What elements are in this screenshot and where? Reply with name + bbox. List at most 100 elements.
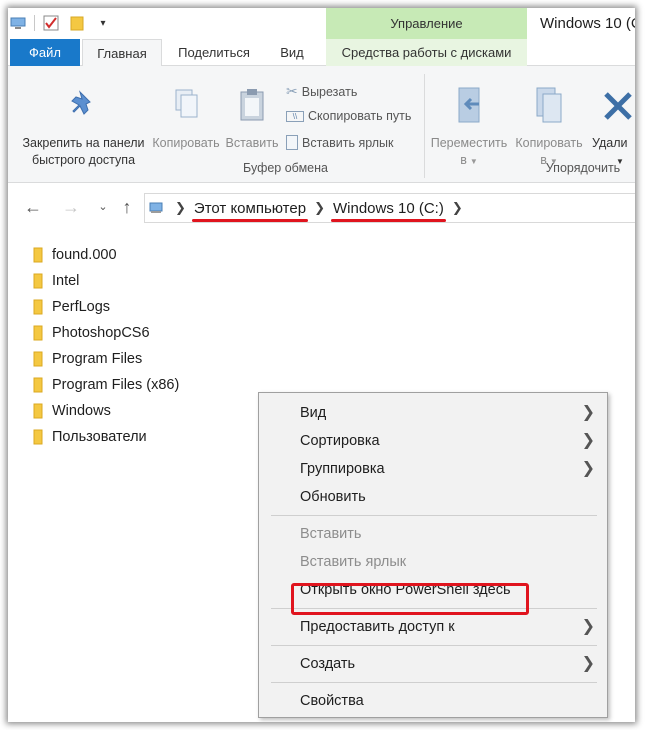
customize-qat-icon[interactable]: ▾	[93, 14, 113, 32]
copy-to-button[interactable]: Копировать в ▼	[510, 86, 588, 170]
list-item[interactable]: PerfLogs	[32, 294, 179, 320]
explorer-window: ▾ Управление Windows 10 (C Файл Главная …	[8, 8, 635, 722]
move-to-label-line2: в	[460, 153, 467, 167]
clipboard-group-label: Буфер обмена	[243, 161, 328, 175]
computer-icon[interactable]	[8, 14, 28, 32]
menu-item-group[interactable]: Группировка ❯	[259, 455, 607, 483]
pin-quick-access-button[interactable]: Закрепить на панели быстрого доступа	[16, 86, 151, 169]
list-item[interactable]: Program Files	[32, 346, 179, 372]
menu-item-label: Предоставить доступ к	[300, 619, 455, 635]
pin-label-line2: быстрого доступа	[31, 153, 136, 167]
folder-icon	[33, 273, 43, 289]
paste-shortcut-button[interactable]: Вставить ярлык	[286, 135, 394, 150]
pin-label-line1: Закрепить на панели	[22, 136, 145, 150]
copy-to-label-line1: Копировать	[515, 136, 583, 150]
annotation-highlight-box	[291, 583, 529, 615]
folder-icon	[33, 351, 43, 367]
list-item[interactable]: Program Files (x86)	[32, 372, 179, 398]
up-arrow-icon[interactable]: ↑	[116, 196, 138, 218]
delete-button[interactable]: Удали ▼	[592, 86, 635, 170]
tab-file[interactable]: Файл	[10, 39, 80, 66]
menu-item-label: Сортировка	[300, 433, 380, 449]
new-folder-icon[interactable]	[67, 14, 87, 32]
paste-label: Вставить	[225, 136, 279, 150]
folder-icon	[33, 429, 43, 445]
menu-item-properties[interactable]: Свойства	[259, 687, 607, 715]
list-item[interactable]: found.000	[32, 242, 179, 268]
menu-item-label: Вставить ярлык	[300, 554, 407, 570]
chevron-right-icon: ❯	[581, 655, 595, 672]
recent-locations-icon[interactable]: ⌄	[92, 196, 114, 218]
copy-icon	[175, 89, 198, 118]
folder-icon	[33, 247, 43, 263]
menu-item-refresh[interactable]: Обновить	[259, 483, 607, 511]
breadcrumb-chevron-icon[interactable]: ❯	[175, 200, 186, 216]
file-name: Пользователи	[52, 429, 147, 445]
menu-item-view[interactable]: Вид ❯	[259, 399, 607, 427]
cut-button[interactable]: ✂ Вырезать	[286, 83, 357, 100]
list-item[interactable]: Windows	[32, 398, 179, 424]
breadcrumb-this-pc-label: Этот компьютер	[193, 199, 307, 217]
chevron-right-icon: ❯	[581, 404, 595, 421]
back-arrow-icon[interactable]: ←	[22, 196, 44, 218]
context-menu: Вид ❯ Сортировка ❯ Группировка ❯ Обновит…	[258, 392, 608, 718]
annotation-underline	[191, 218, 309, 222]
copy-button[interactable]: Копировать	[148, 86, 224, 152]
paste-button[interactable]: Вставить	[224, 86, 280, 152]
breadcrumb-chevron-icon[interactable]: ❯	[452, 200, 463, 216]
folder-icon	[33, 325, 43, 341]
dropdown-arrow-icon: ▼	[469, 157, 478, 166]
tab-disk-tools[interactable]: Средства работы с дисками	[326, 39, 527, 66]
breadcrumb-drive-c-label: Windows 10 (C:)	[332, 199, 444, 217]
manage-context-tab[interactable]: Управление	[326, 8, 527, 39]
copy-path-button[interactable]: \\ Скопировать путь	[286, 109, 411, 123]
window-title: Windows 10 (C	[540, 15, 635, 32]
menu-separator	[271, 645, 597, 646]
folder-icon	[33, 377, 43, 393]
address-bar[interactable]: ❯ Этот компьютер ❯ Windows 10 (C:) ❯	[144, 193, 635, 223]
navigation-bar: ← → ⌄ ↑ ❯ Этот компьютер ❯ Windows 10 (C…	[8, 183, 635, 231]
menu-item-label: Вид	[300, 405, 327, 421]
tab-view[interactable]: Вид	[270, 39, 314, 66]
paste-shortcut-label: Вставить ярлык	[302, 135, 394, 150]
pin-icon	[70, 90, 91, 115]
annotation-underline	[330, 218, 446, 222]
clipboard-icon	[240, 89, 264, 121]
file-name: Intel	[52, 273, 80, 289]
menu-item-label: Вставить	[300, 526, 362, 542]
copy-to-icon	[536, 87, 562, 123]
copy-label: Копировать	[152, 136, 220, 150]
properties-check-icon[interactable]	[41, 14, 61, 32]
chevron-right-icon: ❯	[581, 460, 595, 477]
file-name: Windows	[52, 403, 111, 419]
chevron-right-icon: ❯	[581, 618, 595, 635]
file-name: Program Files	[52, 351, 143, 367]
menu-item-create[interactable]: Создать ❯	[259, 650, 607, 678]
move-to-button[interactable]: Переместить в ▼	[428, 86, 510, 170]
scissors-icon: ✂	[286, 83, 298, 99]
ribbon-tabs: Файл Главная Поделиться Вид Средства раб…	[8, 39, 635, 67]
menu-item-paste-shortcut[interactable]: Вставить ярлык	[259, 548, 607, 576]
menu-separator	[271, 515, 597, 516]
list-item[interactable]: PhotoshopCS6	[32, 320, 179, 346]
menu-item-label: Создать	[300, 656, 356, 672]
menu-item-label: Группировка	[300, 461, 385, 477]
menu-item-sort[interactable]: Сортировка ❯	[259, 427, 607, 455]
tab-share[interactable]: Поделиться	[168, 39, 260, 66]
this-pc-icon	[149, 200, 167, 217]
ribbon-divider	[424, 74, 425, 178]
tab-home[interactable]: Главная	[82, 39, 162, 67]
breadcrumb-this-pc[interactable]: Этот компьютер	[191, 199, 309, 222]
list-item[interactable]: Пользователи	[32, 424, 179, 450]
cut-label: Вырезать	[301, 84, 358, 99]
breadcrumb-chevron-icon[interactable]: ❯	[314, 200, 325, 216]
breadcrumb-drive-c[interactable]: Windows 10 (C:)	[330, 199, 446, 222]
file-name: Program Files (x86)	[52, 377, 180, 393]
file-list: found.000 Intel PerfLogs PhotoshopCS6 Pr…	[32, 242, 179, 450]
ribbon-home: Закрепить на панели быстрого доступа Коп…	[8, 66, 635, 183]
copy-path-icon: \\	[286, 110, 304, 122]
forward-arrow-icon[interactable]: →	[60, 196, 82, 218]
list-item[interactable]: Intel	[32, 268, 179, 294]
menu-item-paste[interactable]: Вставить	[259, 520, 607, 548]
menu-item-share[interactable]: Предоставить доступ к ❯	[259, 613, 607, 641]
